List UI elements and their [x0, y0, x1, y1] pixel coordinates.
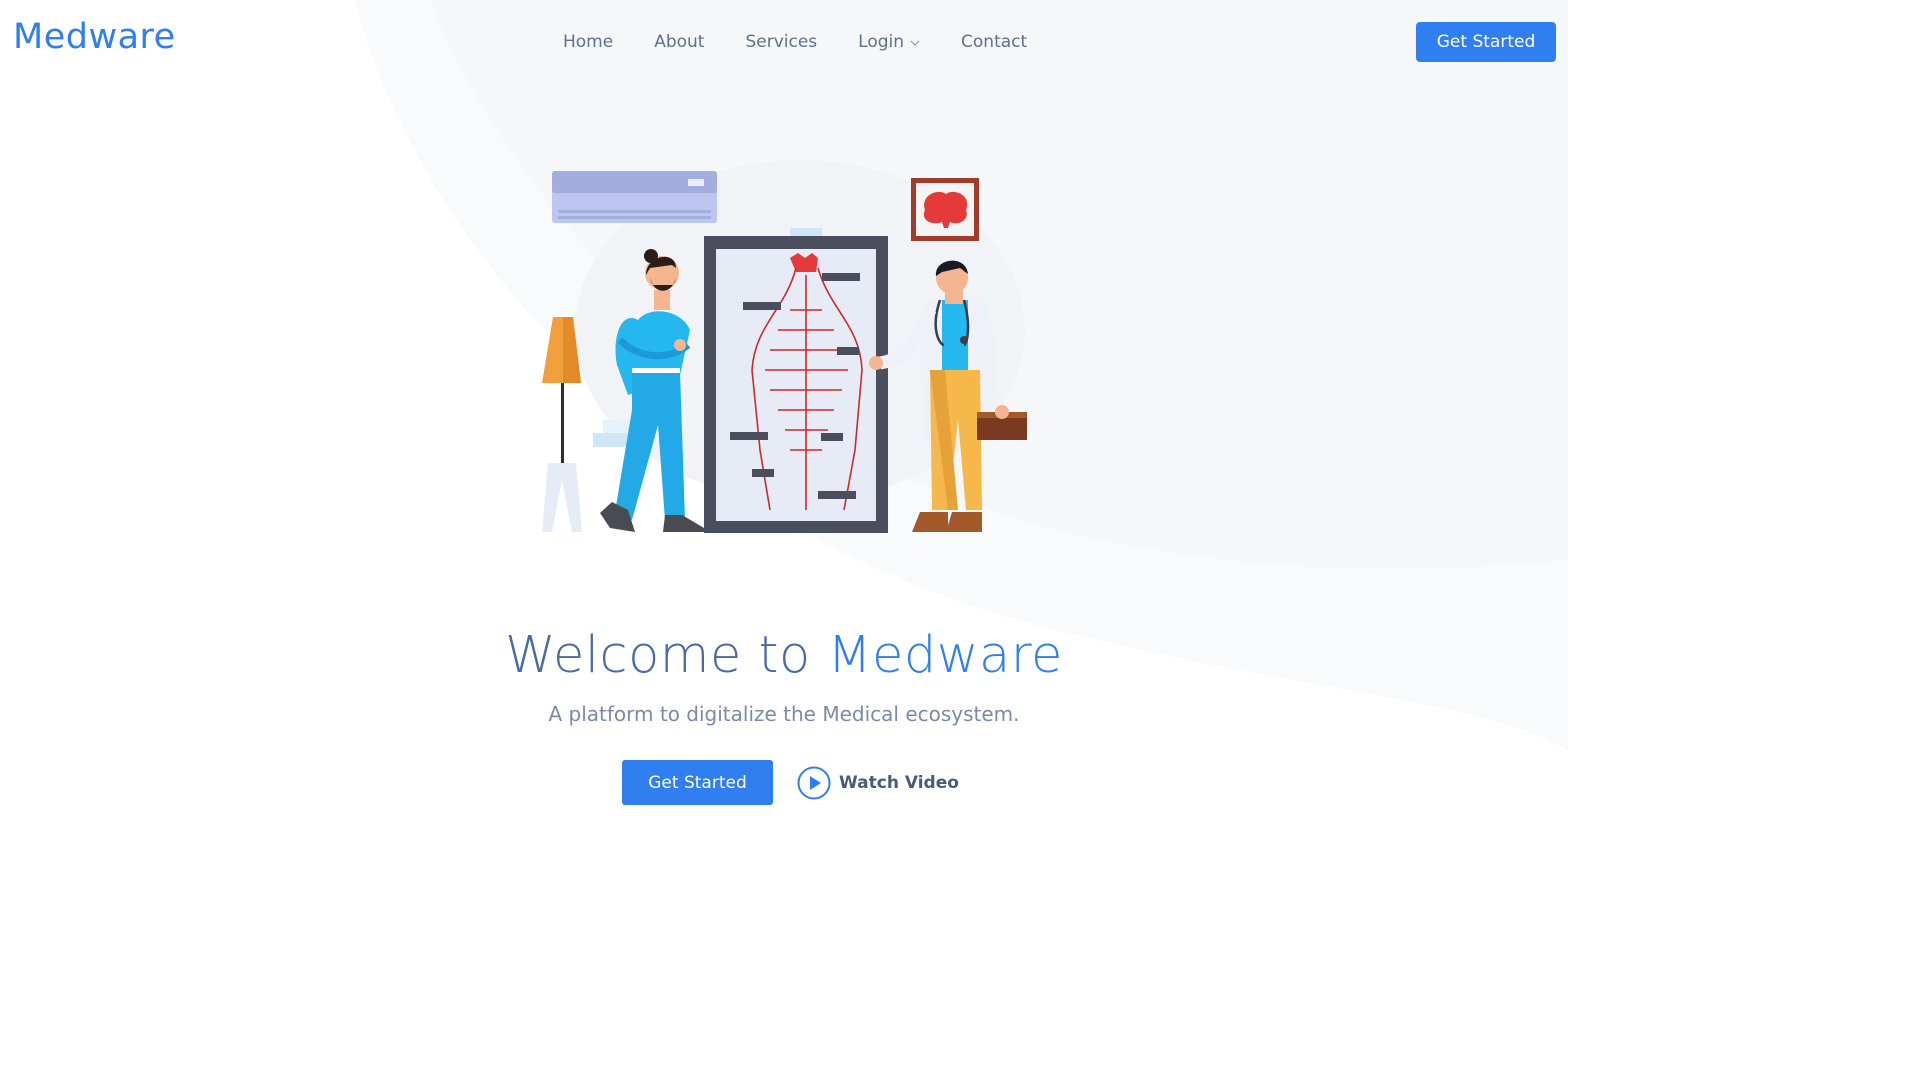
- site-header: Medware Home About Services Login Contac…: [0, 0, 1568, 84]
- watch-video-label: Watch Video: [839, 773, 959, 793]
- nav-item-home[interactable]: Home: [563, 32, 613, 52]
- hero-subtitle: A platform to digitalize the Medical eco…: [548, 702, 1020, 726]
- nav-item-services[interactable]: Services: [745, 32, 817, 52]
- brain-picture-icon: [911, 178, 979, 241]
- nav-item-label: Login: [858, 32, 905, 52]
- nav-item-label: About: [654, 32, 705, 52]
- hero-get-started-button[interactable]: Get Started: [622, 760, 773, 805]
- nav-item-label: Home: [563, 32, 614, 52]
- landing-page: Medware Home About Services Login Contac…: [0, 0, 1568, 882]
- hero-title-prefix: Welcome to: [505, 626, 828, 685]
- nav-item-label: Contact: [961, 32, 1028, 52]
- play-circle-icon: [797, 766, 831, 800]
- main-nav: Home About Services Login Contact: [563, 30, 1027, 54]
- header-get-started-button[interactable]: Get Started: [1416, 22, 1556, 62]
- chevron-down-icon: [910, 40, 920, 46]
- hero-title-brand: Medware: [827, 626, 1063, 685]
- nav-item-label: Services: [745, 32, 818, 52]
- air-conditioner-icon: [552, 171, 717, 223]
- floor-lamp-icon: [542, 317, 582, 532]
- nav-item-about[interactable]: About: [654, 32, 704, 52]
- hero-title: Welcome to Medware: [0, 626, 1568, 685]
- watch-video-button[interactable]: Watch Video: [797, 766, 959, 800]
- hero-illustration: [542, 160, 1027, 533]
- nav-item-login[interactable]: Login: [858, 32, 920, 52]
- site-logo[interactable]: Medware: [13, 17, 176, 57]
- anatomy-board: [704, 236, 888, 533]
- nav-item-contact[interactable]: Contact: [961, 32, 1027, 52]
